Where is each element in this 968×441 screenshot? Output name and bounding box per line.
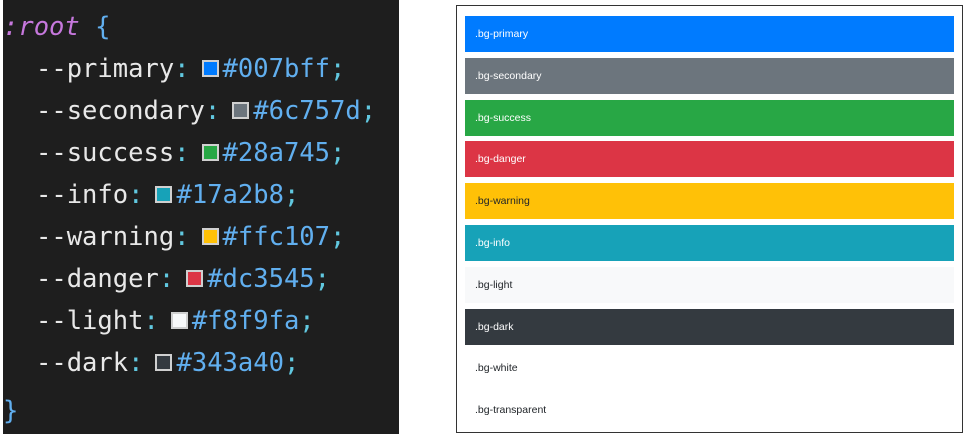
semicolon: ;: [360, 96, 377, 126]
variable-value: #dc3545: [207, 264, 315, 294]
color-swatch-icon: [170, 311, 188, 329]
variable-name: --warning: [36, 222, 175, 252]
bg-utility-row: .bg-success: [465, 99, 954, 136]
variable-value: #f8f9fa: [191, 306, 300, 336]
colon: :: [174, 138, 190, 168]
color-swatch-icon: [155, 185, 173, 203]
variable-value: #17a2b8: [176, 180, 284, 210]
bg-utility-row: .bg-primary: [465, 16, 954, 52]
css-variable-line: --info: #17a2b8;: [36, 175, 299, 215]
variable-value: #28a745: [222, 138, 330, 168]
css-code-panel: :root { --primary: #007bff; --secondary: #6…: [3, 0, 399, 434]
bg-utility-row: .bg-light: [465, 266, 954, 303]
variable-name: --dark: [36, 348, 129, 378]
variable-name: --primary: [36, 54, 175, 84]
root-selector: :root: [3, 12, 80, 42]
bg-utility-row: .bg-danger: [465, 141, 954, 178]
variable-name: --info: [36, 180, 129, 210]
colon: :: [128, 348, 144, 378]
css-variable-line: --primary: #007bff;: [36, 49, 345, 89]
color-swatch-icon: [201, 143, 219, 161]
bg-utility-row: .bg-secondary: [465, 57, 954, 94]
css-variable-line: --success: #28a745;: [36, 133, 345, 173]
colon: :: [174, 54, 190, 84]
color-swatch-icon: [201, 227, 219, 245]
color-swatch-icon: [232, 101, 250, 119]
semicolon: ;: [314, 264, 331, 294]
code-line-close: }: [3, 391, 18, 431]
variable-name: --light: [36, 306, 144, 336]
bg-utilities-preview: .bg-primary .bg-secondary .bg-success .bg-d…: [456, 5, 963, 433]
variable-name: --secondary: [36, 96, 205, 126]
color-swatch-icon: [155, 353, 173, 371]
variable-name: --danger: [36, 264, 159, 294]
colon: :: [158, 264, 175, 294]
semicolon: ;: [283, 180, 300, 210]
colon: :: [128, 180, 144, 210]
open-brace: {: [95, 12, 111, 42]
bg-utility-row: .bg-warning: [465, 183, 954, 220]
bg-utility-row: .bg-dark: [465, 308, 954, 345]
variable-value: #343a40: [176, 348, 284, 378]
css-variable-line: --light: #f8f9fa;: [36, 301, 315, 341]
variable-value: #ffc107: [222, 222, 330, 252]
css-variable-line: --dark: #343a40;: [36, 343, 299, 383]
css-variable-line: --warning: #ffc107;: [36, 217, 345, 257]
colon: :: [143, 306, 159, 336]
semicolon: ;: [330, 222, 346, 252]
colon: :: [174, 222, 190, 252]
color-swatch-icon: [186, 269, 204, 287]
semicolon: ;: [299, 306, 315, 336]
bg-utility-row: .bg-white: [465, 350, 954, 387]
color-swatch-icon: [201, 59, 219, 77]
bg-utility-row: .bg-transparent: [475, 404, 547, 417]
semicolon: ;: [330, 138, 346, 168]
colon: :: [204, 96, 221, 126]
page: :root { --primary: #007bff; --secondary: #6…: [0, 0, 968, 441]
variable-name: --success: [36, 138, 175, 168]
semicolon: ;: [283, 348, 300, 378]
css-variable-line: --secondary: #6c757d;: [36, 91, 376, 131]
code-line-root: :root {: [3, 7, 110, 47]
variable-value: #007bff: [222, 54, 330, 84]
bg-utility-row: .bg-info: [465, 225, 954, 261]
close-brace: }: [3, 396, 19, 426]
variable-value: #6c757d: [253, 96, 361, 126]
semicolon: ;: [330, 54, 346, 84]
css-variable-line: --danger: #dc3545;: [36, 259, 330, 299]
